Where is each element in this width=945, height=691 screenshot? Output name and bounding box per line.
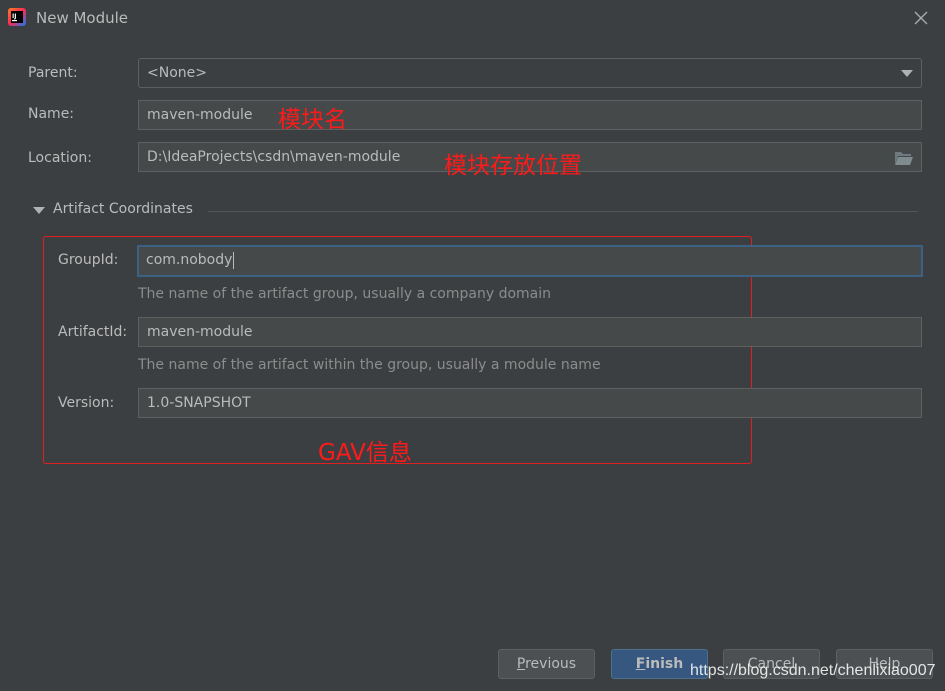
artifactid-value: maven-module xyxy=(147,324,253,340)
finish-label: inish xyxy=(645,656,684,672)
window-title: New Module xyxy=(36,9,129,27)
title-bar: IJ New Module xyxy=(0,0,945,36)
previous-mnemonic: P xyxy=(516,656,526,672)
version-input[interactable]: 1.0-SNAPSHOT xyxy=(138,388,922,418)
location-label: Location: xyxy=(28,150,92,166)
svg-text:IJ: IJ xyxy=(12,13,16,20)
watermark-text: https://blog.csdn.net/chenlixiao007 xyxy=(690,662,936,679)
location-value: D:\IdeaProjects\csdn\maven-module xyxy=(147,149,401,165)
intellij-idea-icon: IJ xyxy=(8,8,26,26)
groupid-value: com.nobody xyxy=(146,252,233,268)
section-divider xyxy=(208,211,918,212)
parent-value: <None> xyxy=(147,65,207,81)
name-value: maven-module xyxy=(147,107,253,123)
version-value: 1.0-SNAPSHOT xyxy=(147,395,251,411)
folder-icon[interactable] xyxy=(894,150,914,166)
groupid-hint: The name of the artifact group, usually … xyxy=(138,286,551,302)
close-icon[interactable] xyxy=(911,8,931,28)
artifactid-hint: The name of the artifact within the grou… xyxy=(138,357,601,373)
parent-label: Parent: xyxy=(28,65,78,81)
location-annotation: 模块存放位置 xyxy=(444,153,582,179)
previous-label: revious xyxy=(525,656,577,672)
name-input[interactable]: maven-module xyxy=(138,100,922,130)
version-label: Version: xyxy=(58,395,115,411)
artifactid-label: ArtifactId: xyxy=(58,324,128,340)
name-label: Name: xyxy=(28,106,75,122)
gav-annotation: GAV信息 xyxy=(318,440,412,466)
text-cursor xyxy=(233,251,235,269)
parent-combobox[interactable]: <None> xyxy=(138,58,922,88)
finish-mnemonic: F xyxy=(635,656,646,672)
collapse-triangle-icon[interactable] xyxy=(33,207,45,214)
chevron-down-icon xyxy=(901,70,913,77)
name-annotation: 模块名 xyxy=(278,107,347,133)
groupid-label: GroupId: xyxy=(58,252,119,268)
previous-button[interactable]: Previous xyxy=(498,649,595,679)
artifactid-input[interactable]: maven-module xyxy=(138,317,922,347)
groupid-input[interactable]: com.nobody xyxy=(137,245,923,277)
artifact-coordinates-title[interactable]: Artifact Coordinates xyxy=(53,201,193,217)
